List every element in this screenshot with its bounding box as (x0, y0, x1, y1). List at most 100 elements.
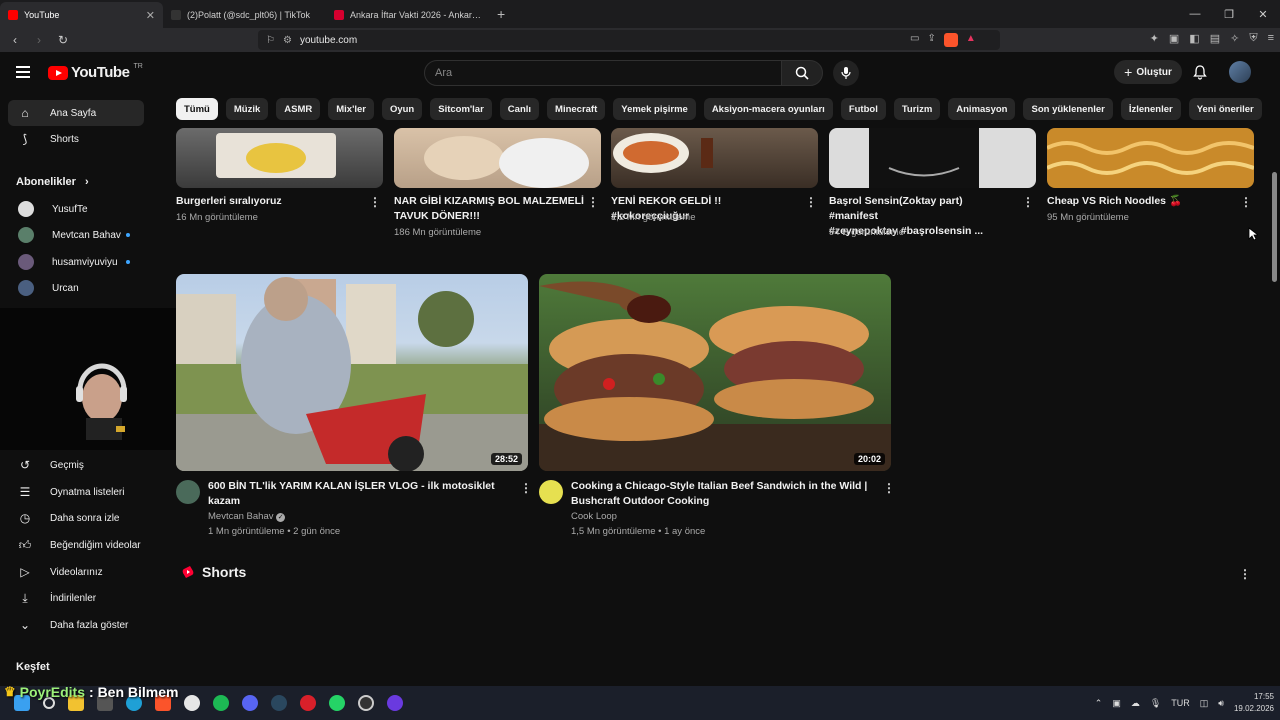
filter-chip[interactable]: Yeni öneriler (1188, 98, 1262, 120)
filter-chip[interactable]: Yemek pişirme (613, 98, 696, 120)
more-options-icon[interactable]: ⋮ (520, 482, 532, 494)
whatsapp-icon[interactable] (329, 695, 345, 711)
channel-name[interactable]: Cook Loop (571, 509, 617, 524)
more-options-icon[interactable]: ⋮ (1239, 568, 1251, 580)
sidebar-item-playlists[interactable]: ☰ Oynatma listeleri (8, 479, 144, 505)
subscriptions-heading[interactable]: Abonelikler › (16, 176, 89, 188)
tray-weather-icon[interactable]: ☁ (1131, 698, 1140, 709)
back-icon[interactable]: ‹ (6, 33, 24, 47)
video-thumbnail[interactable] (176, 128, 383, 188)
filter-chip[interactable]: Animasyon (948, 98, 1016, 120)
chrome-icon[interactable] (184, 695, 200, 711)
filter-chip[interactable]: Oyun (381, 98, 423, 120)
filter-chip[interactable]: Canlı (499, 98, 540, 120)
tray-app-icon[interactable]: ▣ (1112, 698, 1121, 709)
filter-chip[interactable]: Son yüklenenler (1023, 98, 1113, 120)
sidebar-item-subscription[interactable]: Urcan (8, 275, 144, 301)
sidebar-item-your-videos[interactable]: ▷ Videolarınız (8, 559, 144, 585)
filter-chip[interactable]: Sitcom'lar (430, 98, 492, 120)
volume-icon[interactable]: 🔊︎ (1218, 698, 1224, 709)
video-thumbnail[interactable] (829, 128, 1036, 188)
more-options-icon[interactable]: ⋮ (805, 196, 817, 208)
minimize-icon[interactable]: — (1178, 8, 1212, 21)
channel-name[interactable]: Mevtcan Bahav ✓ (208, 509, 286, 524)
tray-chevron-up-icon[interactable]: ⌃ (1095, 698, 1103, 709)
restore-icon[interactable]: ❐ (1212, 8, 1246, 21)
scrollbar-thumb[interactable] (1272, 172, 1277, 282)
filter-chip[interactable]: Turizm (893, 98, 941, 120)
sidebar-item-subscription[interactable]: Mevtcan Bahav (8, 222, 144, 248)
tab-youtube[interactable]: YouTube ✕ (0, 2, 163, 28)
wallet-icon[interactable]: ▣ (1169, 32, 1179, 45)
video-thumbnail[interactable] (611, 128, 818, 188)
voice-search-button[interactable] (833, 60, 859, 86)
brave-shields-icon[interactable] (943, 33, 958, 47)
vpn-icon[interactable]: ⛨ (1249, 32, 1257, 45)
filter-chip[interactable]: Minecraft (547, 98, 606, 120)
sidebar-item-home[interactable]: ⌂ Ana Sayfa (8, 100, 144, 126)
clock[interactable]: 17:55 19.02.2026 (1234, 691, 1274, 715)
bookmark-icon[interactable]: ⚐ (266, 35, 275, 46)
obs-icon[interactable] (358, 695, 374, 711)
more-options-icon[interactable]: ⋮ (883, 482, 895, 494)
filter-chip[interactable]: ASMR (276, 98, 321, 120)
tray-mic-icon[interactable]: 🎙︎ (1150, 698, 1161, 709)
search-input[interactable]: Ara (424, 60, 782, 86)
brave-rewards-icon[interactable]: ▲ (966, 33, 976, 47)
steam-icon[interactable] (271, 695, 287, 711)
forward-icon[interactable]: › (30, 33, 48, 47)
video-title[interactable]: Cheap VS Rich Noodles 🍒 (1047, 194, 1232, 209)
page-scrollbar[interactable] (1270, 52, 1280, 684)
new-tab-icon[interactable]: + (489, 6, 513, 22)
close-window-icon[interactable]: ✕ (1246, 8, 1280, 21)
create-button[interactable]: + Oluştur (1114, 60, 1182, 84)
reload-icon[interactable]: ↻ (54, 33, 72, 47)
site-info-icon[interactable]: ⚙ (283, 35, 292, 46)
discord-icon[interactable] (242, 695, 258, 711)
account-avatar[interactable] (1229, 61, 1251, 83)
extensions-icon[interactable]: ✦ (1150, 32, 1159, 45)
filter-chip[interactable]: Müzik (225, 98, 269, 120)
filter-chip[interactable]: Mix'ler (328, 98, 374, 120)
sidebar-item-watch-later[interactable]: ◷ Daha sonra izle (8, 505, 144, 531)
more-options-icon[interactable]: ⋮ (587, 196, 599, 208)
more-options-icon[interactable]: ⋮ (1022, 196, 1034, 208)
sidebar-item-downloads[interactable]: ⤓ İndirilenler (8, 585, 144, 611)
notifications-bell-icon[interactable] (1192, 64, 1208, 80)
search-button[interactable] (781, 60, 823, 86)
language-indicator[interactable]: TUR (1171, 698, 1190, 708)
share-icon[interactable]: ⇪ (927, 33, 935, 47)
youtube-logo[interactable]: YouTube TR (48, 63, 143, 81)
video-thumbnail[interactable]: 20:02 (539, 274, 891, 471)
opera-icon[interactable] (300, 695, 316, 711)
video-title[interactable]: NAR GİBİ KIZARMIŞ BOL MALZEMELİ TAVUK DÖN… (394, 194, 584, 224)
filter-chip[interactable]: İzlenenler (1120, 98, 1181, 120)
tab-tiktok[interactable]: (2)Polatt (@sdc_plt06) | TikTok (163, 2, 326, 28)
channel-avatar[interactable] (176, 480, 200, 504)
sidebar-toggle-icon[interactable]: ◧ (1189, 32, 1199, 45)
filter-chip[interactable]: Aksiyon-macera oyunları (703, 98, 833, 120)
filter-chip[interactable]: Futbol (840, 98, 886, 120)
video-thumbnail[interactable] (1047, 128, 1254, 188)
sidebar-item-subscription[interactable]: husamviyuviyu (8, 249, 144, 275)
browser-menu-icon[interactable]: ≡ (1268, 32, 1274, 45)
tab-ankara-iftar[interactable]: Ankara İftar Vakti 2026 - Ankara İmsa... (326, 2, 489, 28)
video-thumbnail[interactable] (394, 128, 601, 188)
sidebar-item-shorts[interactable]: ⟆ Shorts (8, 126, 144, 152)
sidebar-item-history[interactable]: ↺ Geçmiş (8, 452, 144, 478)
filter-chip[interactable]: Tümü (176, 98, 218, 120)
sidebar-item-subscription[interactable]: YusufTe (8, 196, 144, 222)
close-tab-icon[interactable]: ✕ (146, 9, 155, 22)
channel-avatar[interactable] (539, 480, 563, 504)
network-icon[interactable]: ◫ (1200, 698, 1209, 709)
wallet2-icon[interactable]: ▤ (1210, 32, 1220, 45)
more-options-icon[interactable]: ⋮ (1240, 196, 1252, 208)
hamburger-menu-icon[interactable] (16, 66, 30, 78)
sidebar-item-liked-videos[interactable]: 👍︎ Beğendiğim videolar (8, 532, 144, 558)
sidebar-item-show-more[interactable]: ⌄ Daha fazla göster (8, 612, 144, 638)
address-bar[interactable]: ⚐ ⚙ youtube.com (258, 30, 1000, 50)
video-title[interactable]: Cooking a Chicago-Style Italian Beef San… (571, 479, 871, 509)
video-thumbnail[interactable]: 28:52 (176, 274, 528, 471)
cast-icon[interactable]: ▭ (910, 33, 919, 47)
video-title[interactable]: 600 BİN TL'lik YARIM KALAN İŞLER VLOG - … (208, 479, 508, 509)
